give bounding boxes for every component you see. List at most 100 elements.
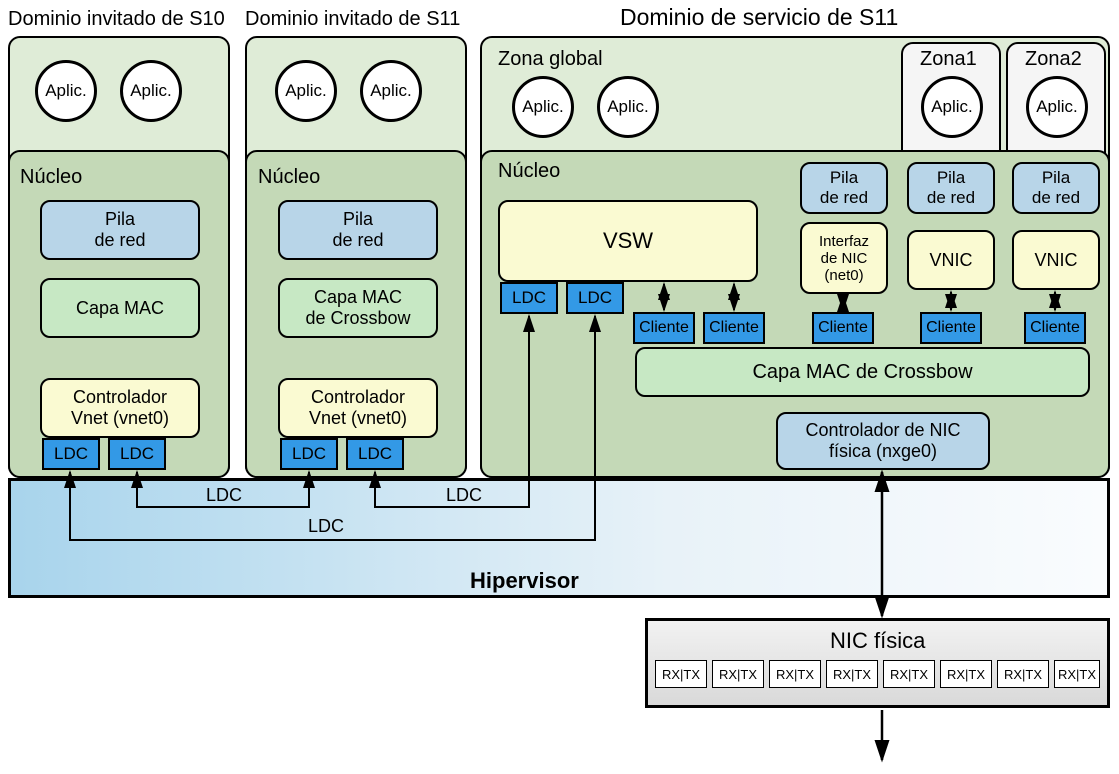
app-circle: Aplic. xyxy=(275,60,337,122)
txt: RX|TX xyxy=(833,667,871,682)
rxtx: RX|TX xyxy=(1054,660,1100,688)
ldc-box: LDC xyxy=(566,282,624,314)
app-circle: Aplic. xyxy=(512,76,574,138)
txt: Pila xyxy=(343,209,373,230)
mac-s11-crossbow: Capa MAC de Crossbow xyxy=(278,278,438,338)
txt: Pila xyxy=(1042,168,1070,188)
rxtx: RX|TX xyxy=(655,660,707,688)
title-s11: Dominio invitado de S11 xyxy=(245,8,460,31)
txt: Vnet (vnet0) xyxy=(71,408,169,429)
txt: Capa MAC xyxy=(76,298,164,319)
crossbow-mac: Capa MAC de Crossbow xyxy=(635,347,1090,397)
txt: Capa MAC de Crossbow xyxy=(752,361,972,384)
ldc-conn-label: LDC xyxy=(308,516,344,537)
txt: de red xyxy=(820,188,868,208)
app-label: Aplic. xyxy=(931,97,973,117)
rxtx: RX|TX xyxy=(712,660,764,688)
nic-title: NIC física xyxy=(830,628,925,654)
vsw: VSW xyxy=(498,200,758,282)
cliente: Cliente xyxy=(633,312,695,344)
txt: LDC xyxy=(120,444,154,464)
txt: de red xyxy=(1032,188,1080,208)
txt: física (nxge0) xyxy=(829,441,937,462)
txt: Cliente xyxy=(709,319,759,337)
ldc-box: LDC xyxy=(42,438,100,470)
zone2-label: Zona2 xyxy=(1025,48,1082,71)
txt: LDC xyxy=(512,288,546,308)
txt: Pila xyxy=(105,209,135,230)
app-circle: Aplic. xyxy=(1026,76,1088,138)
netstack-s10: Pila de red xyxy=(40,200,200,260)
app-circle: Aplic. xyxy=(597,76,659,138)
vnet-s11: Controlador Vnet (vnet0) xyxy=(278,378,438,438)
ldc-conn-label: LDC xyxy=(446,485,482,506)
txt: RX|TX xyxy=(890,667,928,682)
rxtx: RX|TX xyxy=(883,660,935,688)
netstack-svc: Pila de red xyxy=(800,162,888,214)
ldc-conn-label: LDC xyxy=(206,485,242,506)
netstack-s11: Pila de red xyxy=(278,200,438,260)
ldc-box: LDC xyxy=(280,438,338,470)
txt: VSW xyxy=(603,228,653,254)
txt: (net0) xyxy=(824,267,863,284)
txt: LDC xyxy=(292,444,326,464)
txt: Pila xyxy=(937,168,965,188)
txt: Controlador de NIC xyxy=(805,420,960,441)
txt: RX|TX xyxy=(947,667,985,682)
cliente: Cliente xyxy=(812,312,874,344)
ldc-box: LDC xyxy=(500,282,558,314)
txt: Vnet (vnet0) xyxy=(309,408,407,429)
txt: Cliente xyxy=(926,319,976,337)
app-label: Aplic. xyxy=(130,81,172,101)
txt: LDC xyxy=(578,288,612,308)
txt: RX|TX xyxy=(662,667,700,682)
txt: de red xyxy=(927,188,975,208)
title-service: Dominio de servicio de S11 xyxy=(620,4,898,31)
rxtx: RX|TX xyxy=(826,660,878,688)
app-label: Aplic. xyxy=(285,81,327,101)
nic-driver: Controlador de NIC física (nxge0) xyxy=(776,412,990,470)
vnet-s10: Controlador Vnet (vnet0) xyxy=(40,378,200,438)
zone1-label: Zona1 xyxy=(920,48,977,71)
nic-interface: Interfaz de NIC (net0) xyxy=(800,222,888,294)
app-circle: Aplic. xyxy=(120,60,182,122)
ldc-box: LDC xyxy=(108,438,166,470)
txt: de Crossbow xyxy=(305,308,410,329)
netstack-zone2: Pila de red xyxy=(1012,162,1100,214)
cliente: Cliente xyxy=(1024,312,1086,344)
cliente: Cliente xyxy=(703,312,765,344)
app-circle: Aplic. xyxy=(35,60,97,122)
txt: Cliente xyxy=(639,319,689,337)
rxtx: RX|TX xyxy=(997,660,1049,688)
kernel-label: Núcleo xyxy=(498,160,560,183)
app-label: Aplic. xyxy=(1036,97,1078,117)
netstack-zone1: Pila de red xyxy=(907,162,995,214)
kernel-label: Núcleo xyxy=(20,166,82,189)
app-label: Aplic. xyxy=(607,97,649,117)
kernel-label: Núcleo xyxy=(258,166,320,189)
txt: RX|TX xyxy=(1058,667,1096,682)
txt: Pila xyxy=(830,168,858,188)
txt: Cliente xyxy=(1030,319,1080,337)
global-zone-label: Zona global xyxy=(498,48,603,71)
txt: VNIC xyxy=(929,250,972,271)
app-circle: Aplic. xyxy=(360,60,422,122)
txt: Interfaz xyxy=(819,233,869,250)
txt: de red xyxy=(94,230,145,251)
txt: de red xyxy=(332,230,383,251)
app-circle: Aplic. xyxy=(921,76,983,138)
txt: RX|TX xyxy=(719,667,757,682)
txt: LDC xyxy=(358,444,392,464)
app-label: Aplic. xyxy=(522,97,564,117)
title-s10: Dominio invitado de S10 xyxy=(8,8,225,31)
hypervisor-label: Hipervisor xyxy=(470,568,579,594)
txt: Controlador xyxy=(311,387,405,408)
app-label: Aplic. xyxy=(370,81,412,101)
txt: Capa MAC xyxy=(314,287,402,308)
txt: Cliente xyxy=(818,319,868,337)
txt: LDC xyxy=(54,444,88,464)
rxtx: RX|TX xyxy=(769,660,821,688)
txt: Controlador xyxy=(73,387,167,408)
ldc-box: LDC xyxy=(346,438,404,470)
vnic-zone1: VNIC xyxy=(907,230,995,290)
